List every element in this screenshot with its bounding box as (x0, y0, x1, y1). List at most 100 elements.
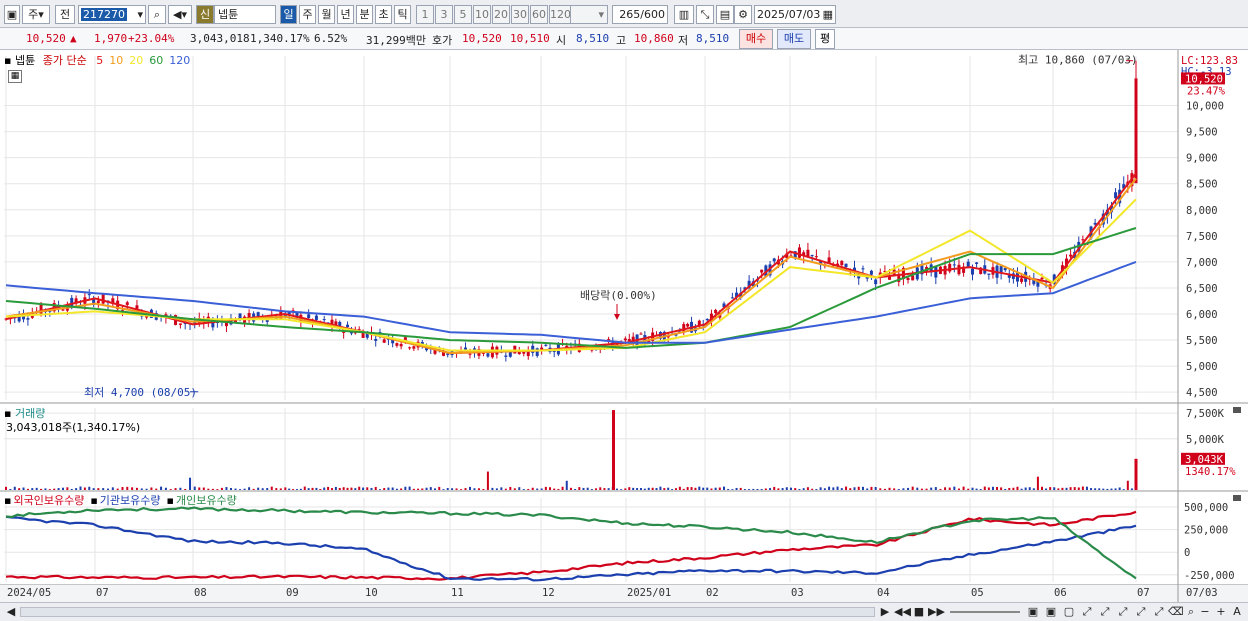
sin-badge[interactable]: 신 (196, 5, 214, 24)
volume-bar (61, 487, 64, 490)
panel-icon[interactable]: ▪ (4, 54, 11, 67)
erase-icon[interactable]: ⌫ (1168, 605, 1184, 619)
layout2-icon[interactable]: ▢ (1062, 605, 1076, 619)
font-size-icon[interactable]: A (1230, 605, 1244, 619)
tick-3[interactable]: 3 (435, 5, 453, 24)
tick-5[interactable]: 5 (454, 5, 472, 24)
scroll-left-icon[interactable]: ◀ (4, 605, 18, 619)
tools-icon[interactable]: ⤡ (696, 5, 714, 24)
volume-bar (549, 487, 552, 490)
volume-bar (202, 487, 205, 490)
period-0[interactable]: 일 (280, 5, 297, 24)
blank-select[interactable]: ▾ (570, 5, 608, 24)
price-chart[interactable]: 10,000 9,500 9,000 8,500 8,000 7,500 7,000 6,50… (0, 50, 1248, 404)
volume-bar (140, 488, 143, 490)
panel-close-icon[interactable] (1233, 407, 1241, 413)
volume-bar (1008, 487, 1011, 490)
scroll-bar[interactable]: ◀ ▶ ◀◀ ■ ▶▶ ▣ ▣ ▢ ⤢ ⤢ ⤢ ⤢ ⤢ ⌫ ⌕ − + A (0, 602, 1248, 621)
line-tool-icon[interactable]: ⤢ (1080, 605, 1094, 619)
layout-icon[interactable]: ▣ (1044, 605, 1058, 619)
rewind-icon[interactable]: ◀◀ (894, 605, 911, 619)
play-icon[interactable]: ▶ (878, 605, 892, 619)
volume-bar (615, 488, 618, 490)
forward-icon[interactable]: ▶▶ (928, 605, 945, 619)
window-icon[interactable]: ▣ (4, 5, 20, 24)
save-icon[interactable]: ▤ (716, 5, 734, 24)
tick-60[interactable]: 60 (530, 5, 548, 24)
gear-icon[interactable]: ⚙ (734, 5, 752, 24)
volume-bar (174, 488, 177, 490)
search-icon[interactable]: ⌕ (148, 5, 166, 24)
scroll-track[interactable] (20, 607, 875, 617)
ma-legend-10[interactable]: 10 (109, 54, 123, 67)
ma-legend-20[interactable]: 20 (129, 54, 143, 67)
volume-bar (126, 486, 129, 490)
channel-tool-icon[interactable]: ⤢ (1116, 605, 1130, 619)
stock-name[interactable]: 넵튠 (214, 5, 276, 24)
period-6[interactable]: 틱 (394, 5, 411, 24)
zoom-out-icon[interactable]: − (1198, 605, 1212, 619)
volume-bar (651, 487, 654, 490)
x-tick-label: 2025/01 (627, 587, 671, 599)
type-select[interactable]: 주▾ (22, 5, 50, 24)
tick-20[interactable]: 20 (492, 5, 510, 24)
avg-button[interactable]: 평 (815, 29, 835, 49)
x-tick-label: 06 (1054, 587, 1067, 599)
ask-value: 10,510 (510, 32, 550, 45)
calendar-icon[interactable]: ▦ (823, 6, 833, 23)
text-tool-icon[interactable]: ⤢ (1152, 605, 1166, 619)
volume-bar (678, 486, 681, 490)
x-tick-label: 03 (791, 587, 804, 599)
buy-button[interactable]: 매수 (739, 29, 773, 49)
holder-legend-item[interactable]: 개인보유수량 (176, 494, 237, 507)
chevron-down-icon[interactable]: ▾ (137, 6, 143, 23)
holder-legend-item[interactable]: 외국인보유수량 (13, 494, 84, 507)
period-4[interactable]: 분 (356, 5, 373, 24)
volume-bar (849, 488, 852, 490)
change-pct: +23.04% (128, 32, 175, 45)
period-2[interactable]: 월 (318, 5, 335, 24)
sound-icon[interactable]: ◀▾ (168, 5, 192, 24)
period-1[interactable]: 주 (299, 5, 316, 24)
y-tick-label: 6,500 (1186, 283, 1218, 295)
date-value: 2025/07/03 (757, 8, 821, 21)
volume-bar (383, 488, 386, 490)
date-input[interactable]: 2025/07/03 ▦ (754, 5, 836, 24)
volume-bar (288, 488, 291, 490)
indicator-icon[interactable]: ▥ (674, 5, 694, 24)
volume-bar (667, 487, 670, 490)
tick-1[interactable]: 1 (416, 5, 434, 24)
ma-legend-60[interactable]: 60 (149, 54, 163, 67)
split-icon[interactable]: ▣ (1026, 605, 1040, 619)
y-tick-label: 6,000 (1186, 309, 1218, 321)
panel-icon[interactable]: ▪ (90, 494, 97, 507)
zoom-in-icon[interactable]: + (1214, 605, 1228, 619)
prev-button[interactable]: 전 (55, 5, 75, 24)
tick-120[interactable]: 120 (549, 5, 571, 24)
volume-bar (169, 489, 172, 490)
period-3[interactable]: 년 (337, 5, 354, 24)
zoom-icon[interactable]: ⌕ (1184, 605, 1198, 619)
fib-tool-icon[interactable]: ⤢ (1098, 605, 1112, 619)
volume-bar (111, 487, 114, 490)
table-icon[interactable]: ▦ (8, 70, 22, 83)
code-input[interactable]: 217270 ▾ (78, 5, 146, 24)
speed-slider[interactable] (950, 611, 1020, 613)
holder-legend-item[interactable]: 기관보유수량 (100, 494, 161, 507)
panel-close-icon[interactable] (1233, 495, 1241, 501)
sell-button[interactable]: 매도 (777, 29, 811, 49)
tick-30[interactable]: 30 (511, 5, 529, 24)
period-5[interactable]: 초 (375, 5, 392, 24)
panel-icon[interactable]: ▪ (4, 494, 11, 507)
volume-bar (342, 487, 345, 490)
tick-10[interactable]: 10 (473, 5, 491, 24)
stop-icon[interactable]: ■ (912, 605, 926, 619)
volume-bar (1098, 488, 1101, 490)
volume-chart[interactable]: 7,500K 5,000K 3,043K1340.17% (0, 404, 1248, 492)
ma-legend-120[interactable]: 120 (169, 54, 190, 67)
candle-body (772, 258, 776, 262)
ma-legend-5[interactable]: 5 (96, 54, 103, 67)
panel-icon[interactable]: ▪ (167, 494, 174, 507)
count-field[interactable]: 265/600 (612, 5, 668, 24)
arrow-tool-icon[interactable]: ⤢ (1134, 605, 1148, 619)
